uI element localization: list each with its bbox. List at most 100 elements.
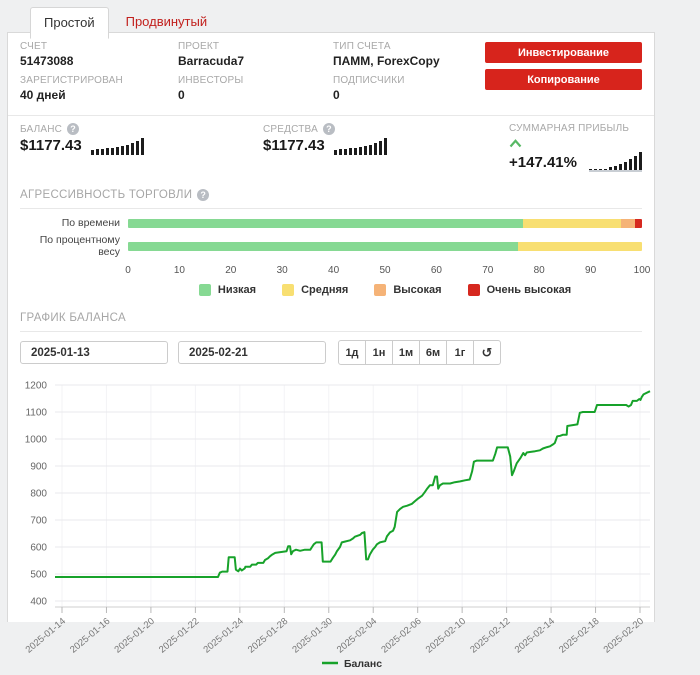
svg-text:2025-02-12: 2025-02-12	[468, 616, 512, 656]
range-1d-button[interactable]: 1д	[338, 340, 366, 365]
aggressiveness-bar-segment	[128, 241, 518, 251]
svg-text:2025-02-04: 2025-02-04	[335, 616, 379, 656]
svg-text:600: 600	[30, 543, 47, 554]
up-trend-icon	[509, 135, 522, 153]
registered-field: ЗАРЕГИСТРИРОВАН 40 дней	[20, 75, 178, 102]
axis-tick-label: 80	[533, 265, 545, 276]
legend-label: Высокая	[393, 284, 442, 296]
svg-text:2025-02-18: 2025-02-18	[557, 616, 601, 656]
spark-bar	[609, 167, 612, 170]
funds-label: СРЕДСТВА	[263, 123, 318, 135]
axis-tick-label: 60	[430, 265, 442, 276]
subscribers-field: ПОДПИСЧИКИ 0	[333, 75, 485, 102]
funds-help-icon[interactable]: ?	[322, 123, 335, 135]
balance-chart-section: ГРАФИК БАЛАНСА 1д 1н 1м 6м 1г ↺ 400 500 60…	[8, 305, 654, 675]
stats-row: БАЛАНС? $1177.43 СРЕДСТВА? $1177.43 СУММ…	[8, 115, 654, 180]
spark-bar	[100, 149, 104, 155]
account-info-section: СЧЕТ 51473088 ЗАРЕГИСТРИРОВАН 40 дней ПР…	[8, 33, 654, 115]
account-number-field: СЧЕТ 51473088	[20, 41, 178, 68]
aggressiveness-section: АГРЕССИВНОСТЬ ТОРГОВЛИ ? По времени По пр…	[8, 180, 654, 305]
account-number-value: 51473088	[20, 54, 74, 68]
profit-value: +147.41%	[509, 136, 580, 172]
svg-text:2025-01-14: 2025-01-14	[24, 616, 68, 656]
svg-text:2025-02-10: 2025-02-10	[424, 616, 468, 656]
spark-bar	[619, 164, 622, 170]
spark-bar	[604, 169, 607, 170]
svg-text:2025-02-14: 2025-02-14	[513, 616, 557, 656]
spark-bar	[333, 150, 337, 155]
spark-bar	[348, 148, 352, 155]
legend-swatch	[374, 284, 387, 296]
copy-button[interactable]: Копирование	[485, 69, 642, 90]
spark-bar	[634, 156, 637, 170]
aggressiveness-bar-segment	[634, 218, 642, 228]
aggressiveness-bar-segment	[517, 241, 642, 251]
profit-label: СУММАРНАЯ ПРИБЫЛЬ	[509, 123, 630, 134]
aggressiveness-bar-segment	[128, 218, 523, 228]
svg-text:Баланс: Баланс	[344, 658, 382, 670]
spark-bar	[363, 146, 367, 155]
svg-text:800: 800	[30, 489, 47, 500]
legend-item: Высокая	[374, 284, 442, 296]
axis-tick-label: 100	[633, 265, 651, 276]
legend-label: Низкая	[217, 284, 257, 296]
svg-text:500: 500	[30, 570, 47, 581]
spark-bar	[125, 145, 129, 155]
svg-text:1200: 1200	[25, 381, 48, 392]
aggressiveness-row-label: По процентному весу	[39, 234, 120, 258]
balance-line-chart: 400 500 600 700 800 900 1000 1100 1200 2025-01-14…	[24, 381, 651, 670]
subscribers-label: ПОДПИСЧИКИ	[333, 75, 405, 86]
spark-bar	[368, 145, 372, 155]
legend-label: Очень высокая	[486, 284, 572, 296]
spark-bar	[338, 149, 342, 155]
spark-bar	[135, 141, 139, 155]
legend-item: Очень высокая	[467, 284, 572, 296]
date-to-input[interactable]	[178, 341, 326, 364]
axis-tick-label: 70	[482, 265, 494, 276]
account-number-label: СЧЕТ	[20, 41, 48, 52]
spark-bar	[589, 169, 592, 170]
account-type-field: ТИП СЧЕТА ПАММ, ForexCopy	[333, 41, 485, 68]
svg-text:1000: 1000	[25, 435, 48, 446]
range-1m-button[interactable]: 1м	[392, 340, 420, 365]
range-6m-button[interactable]: 6м	[419, 340, 447, 365]
profit-sparkline	[589, 152, 642, 172]
aggressiveness-legend: Низкая Средняя Высокая Очень высокая	[128, 278, 642, 305]
svg-text:2025-01-16: 2025-01-16	[68, 616, 112, 656]
date-from-input[interactable]	[20, 341, 168, 364]
chart-controls: 1д 1н 1м 6м 1г ↺	[20, 340, 650, 365]
balance-help-icon[interactable]: ?	[67, 123, 80, 135]
tab-simple[interactable]: Простой	[30, 7, 109, 39]
account-card: СЧЕТ 51473088 ЗАРЕГИСТРИРОВАН 40 дней ПР…	[7, 32, 655, 670]
range-1y-button[interactable]: 1г	[446, 340, 474, 365]
legend-swatch	[198, 284, 211, 296]
funds-value: $1177.43	[263, 137, 325, 154]
spark-bar	[105, 148, 109, 155]
axis-tick-label: 10	[173, 265, 185, 276]
balance-chart-title: ГРАФИК БАЛАНСА	[20, 312, 126, 324]
project-value: Barracuda7	[178, 54, 245, 68]
axis-tick-label: 50	[379, 265, 391, 276]
invest-button[interactable]: Инвестирование	[485, 42, 642, 63]
svg-text:2025-02-06: 2025-02-06	[379, 616, 423, 656]
svg-text:900: 900	[30, 462, 47, 473]
range-1w-button[interactable]: 1н	[365, 340, 393, 365]
aggressiveness-bar	[128, 241, 642, 251]
aggressiveness-help-icon[interactable]: ?	[197, 189, 210, 201]
profit-stat: СУММАРНАЯ ПРИБЫЛЬ +147.41%	[509, 123, 642, 172]
spark-bar	[90, 150, 94, 155]
axis-tick-label: 20	[225, 265, 237, 276]
aggressiveness-bar-segment	[522, 218, 622, 228]
tab-advanced[interactable]: Продвинутый	[112, 6, 222, 38]
aggressiveness-axis: 0 10 20 30 40 50 60 70 80 90 100	[125, 263, 650, 278]
account-type-label: ТИП СЧЕТА	[333, 41, 391, 52]
spark-bar	[614, 166, 617, 170]
range-button-group: 1д 1н 1м 6м 1г ↺	[338, 340, 501, 365]
legend-label: Средняя	[301, 284, 349, 296]
spark-bar	[358, 147, 362, 155]
reset-range-button[interactable]: ↺	[473, 340, 501, 365]
spark-bar	[373, 143, 377, 155]
spark-bar	[383, 138, 387, 155]
project-field: ПРОЕКТ Barracuda7	[178, 41, 333, 68]
balance-label: БАЛАНС	[20, 123, 63, 135]
